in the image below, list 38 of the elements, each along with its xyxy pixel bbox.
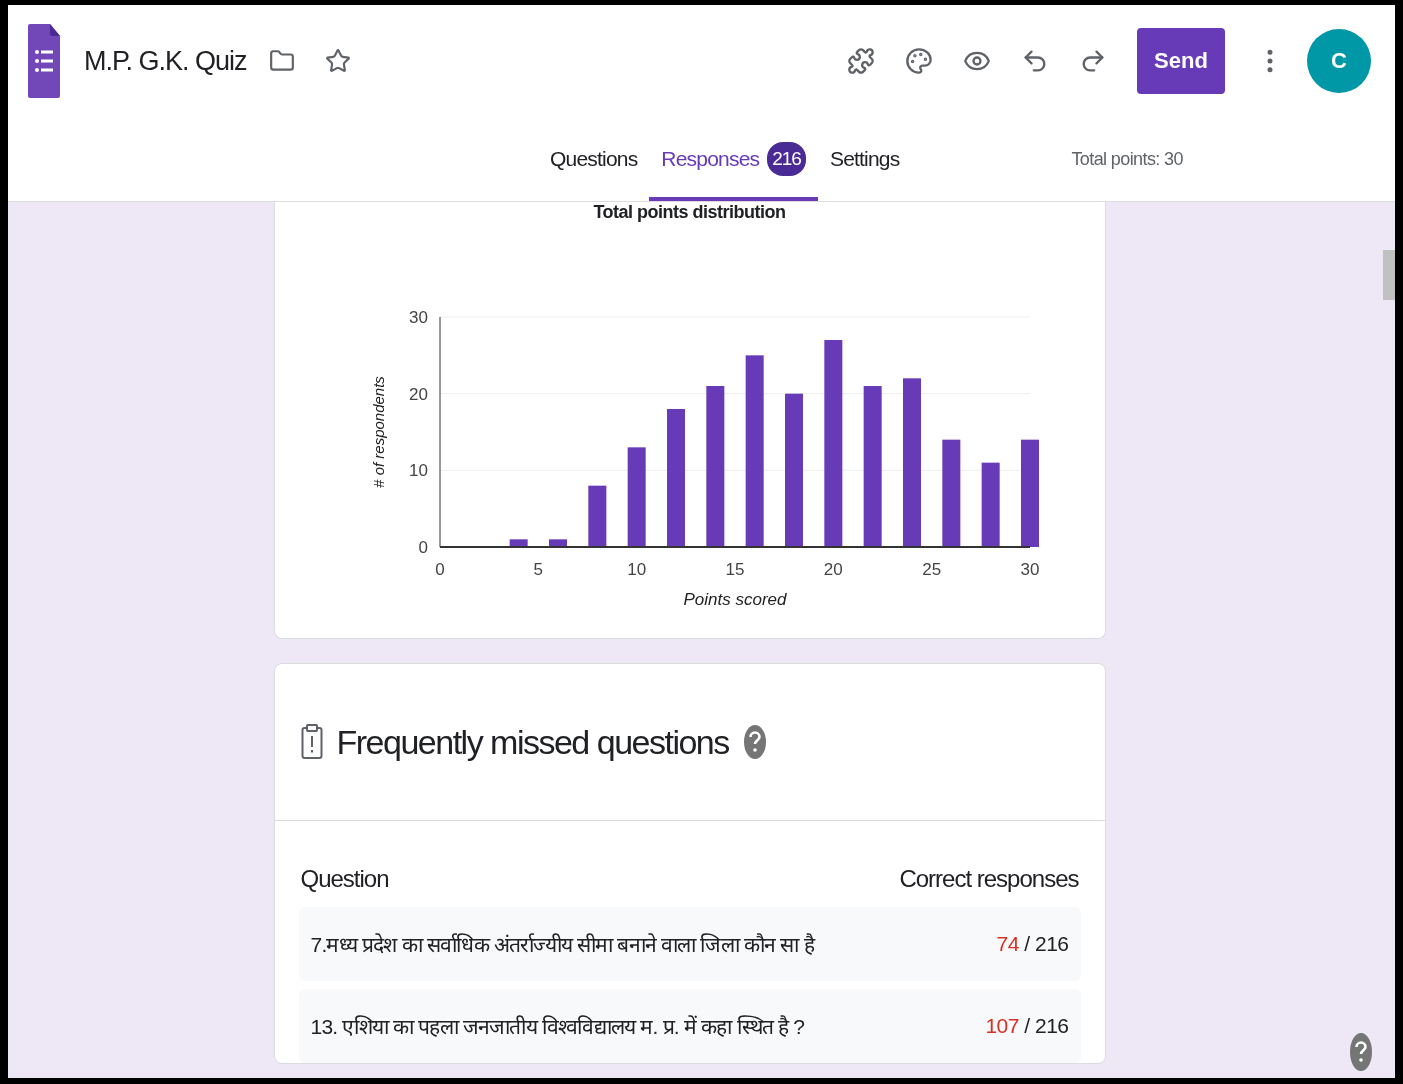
x-tick-label: 15 — [725, 560, 744, 579]
x-axis-title: Points scored — [683, 590, 786, 609]
y-tick-label: 30 — [408, 308, 428, 327]
question-text: 7.मध्य प्रदेश का सर्वाधिक अंतर्राज्यीय सीमा बनाने वाला जिला कौन सा है — [310, 932, 814, 958]
x-tick-label: 5 — [533, 560, 543, 579]
send-button[interactable]: Send — [1137, 28, 1225, 94]
correct-count: 74 / 216 — [996, 932, 1069, 956]
chart-title: Total points distribution — [593, 202, 786, 223]
tab[interactable]: Settings — [817, 117, 912, 201]
column-header: Correct responses — [899, 865, 1079, 893]
help-icon[interactable] — [1349, 1032, 1373, 1072]
y-tick-label: 0 — [418, 538, 428, 557]
total-points: Total points: 30 — [1071, 148, 1183, 170]
x-tick-label: 20 — [823, 560, 843, 579]
x-tick-label: 25 — [921, 560, 941, 579]
question-row[interactable]: 7.मध्य प्रदेश का सर्वाधिक अंतर्राज्यीय सीमा बनाने वाला जिला कौन सा है 74 / 216 — [298, 907, 1081, 981]
bar — [587, 485, 606, 547]
avatar[interactable]: C — [1307, 29, 1371, 93]
form-title: M.P. G.K. Quiz — [84, 45, 247, 77]
section-title: Frequently missed questions — [336, 722, 729, 762]
x-tick-label: 10 — [626, 560, 646, 579]
x-tick-label: 0 — [434, 560, 445, 579]
bar — [509, 539, 528, 547]
correct-count: 107 / 216 — [985, 1014, 1069, 1038]
x-tick-label: 30 — [1020, 560, 1039, 579]
scrollbar-thumb[interactable] — [1383, 250, 1395, 300]
bar — [548, 539, 567, 547]
help-icon[interactable] — [742, 724, 767, 760]
forms-logo-icon — [28, 24, 60, 98]
question-row[interactable]: 13. एशिया का पहला जनजातीय विश्वविद्यालय म. प्र. में कहा स्थित है ? 107 / 216 — [298, 989, 1081, 1063]
clipboard-alert-icon — [300, 724, 323, 760]
y-tick-label: 20 — [408, 384, 428, 404]
y-axis-title: # of respondents — [369, 376, 387, 488]
y-tick-label: 10 — [408, 461, 428, 481]
column-header: Question — [300, 865, 389, 893]
question-text: 13. एशिया का पहला जनजातीय विश्वविद्यालय म. प्र. में कहा स्थित है ? — [310, 1014, 805, 1040]
response-count-badge: 216 — [767, 142, 806, 176]
tab[interactable]: Questions — [538, 117, 650, 201]
